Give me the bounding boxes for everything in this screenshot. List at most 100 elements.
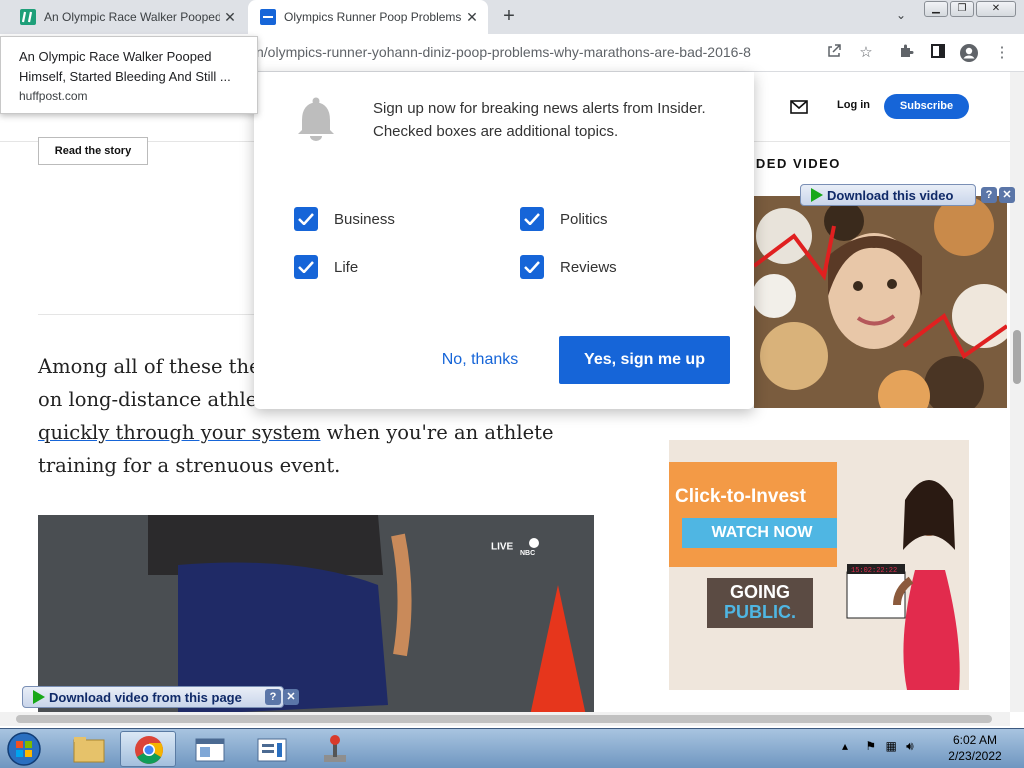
recommended-video-thumbnail[interactable] [754,196,1007,408]
ad-going-text: GOING [729,582,790,602]
horizontal-scroll-thumb[interactable] [16,715,992,723]
tab-title: An Olympic Race Walker Pooped [44,10,220,24]
play-icon [811,188,823,202]
checkmark-icon[interactable] [294,207,318,231]
window-controls: ▁ ❐ ✕ [924,1,1016,17]
help-icon[interactable]: ? [981,187,997,203]
checkbox-label: Business [334,210,395,228]
tooltip-title: An Olympic Race Walker Pooped Himself, S… [19,49,231,84]
share-icon[interactable] [824,43,844,63]
huffpost-favicon-icon [20,9,36,25]
tab-close-icon[interactable]: ✕ [220,9,240,26]
new-tab-button[interactable]: + [498,6,520,28]
joystick-icon [324,735,346,762]
insider-favicon-icon [260,9,276,25]
action-center-flag-icon[interactable]: ⚑ [865,739,876,753]
ad-going-public-logo: GOING PUBLIC. [707,578,813,628]
checkbox-label: Reviews [560,258,617,276]
taskbar-explorer[interactable] [60,731,116,767]
article-text-line1: Among all of these theo [38,355,273,378]
restore-button[interactable]: ❐ [950,1,974,17]
document-app-icon [257,738,287,762]
url-field[interactable]: n/olympics-runner-yohann-diniz-poop-prob… [256,44,751,60]
side-panel-icon[interactable] [928,43,948,63]
checkmark-icon[interactable] [520,255,544,279]
profile-avatar-icon[interactable] [959,43,979,63]
checkmark-icon[interactable] [520,207,544,231]
article-video[interactable]: LIVE NBC [38,515,594,712]
live-text: LIVE [490,541,514,553]
bell-icon [298,97,334,141]
taskbar-chrome[interactable] [120,731,176,767]
yes-sign-me-up-button[interactable]: Yes, sign me up [559,336,730,384]
system-tray: ▴ ⚑ ▦ 🔊︎ [842,739,914,754]
clock-date: 2/23/2022 [948,749,1002,763]
window-app-icon [195,738,225,762]
tab-insider[interactable]: Olympics Runner Poop Problems ✕ [248,0,488,34]
live-nbc-overlay: LIVE NBC [491,537,552,557]
taskbar-app-3[interactable] [306,731,362,767]
close-icon[interactable]: ✕ [283,689,299,705]
ad-watch-now-button[interactable]: WATCH NOW [682,518,842,548]
recommended-video-label: NDED VIDEO [745,156,841,171]
help-icon[interactable]: ? [265,689,281,705]
vertical-scrollbar[interactable] [1010,72,1024,712]
tooltip-domain: huffpost.com [19,89,88,103]
checkbox-politics[interactable]: Politics [520,207,608,231]
windows-taskbar: ▴ ⚑ ▦ 🔊︎ 6:02 AM 2/23/2022 [0,728,1024,768]
chrome-icon [135,736,163,764]
play-icon [33,690,45,704]
minimize-button[interactable]: ▁ [924,1,948,17]
tab-bar: An Olympic Race Walker Pooped ✕ Olympics… [0,0,1024,34]
volume-icon[interactable]: 🔊︎ [906,739,914,753]
close-icon[interactable]: ✕ [999,187,1015,203]
mail-icon[interactable] [790,100,808,114]
checkmark-icon[interactable] [294,255,318,279]
tab-huffpost[interactable]: An Olympic Race Walker Pooped ✕ [8,0,246,34]
no-thanks-button[interactable]: No, thanks [430,336,530,384]
ad-headline: Click-to-Invest [675,486,806,507]
ad-woman-image: 15:02:22:22 [837,440,969,690]
download-video-bar-top[interactable]: Download this video ? ✕ [800,184,1015,206]
extensions-puzzle-icon[interactable] [896,43,916,63]
tab-search-chevron-icon[interactable]: ⌄ [896,8,906,22]
show-hidden-icons-icon[interactable]: ▴ [842,739,848,753]
taskbar-clock[interactable]: 6:02 AM 2/23/2022 [940,732,1010,764]
nbc-olympics-logo-icon: NBC [520,538,539,557]
news-alert-signup-dialog: Sign up now for breaking news alerts fro… [254,72,754,409]
browser-menu-icon[interactable]: ⋮ [992,43,1012,63]
window-close-button[interactable]: ✕ [976,1,1016,17]
download-video-label[interactable]: Download video from this page [49,690,242,705]
start-button-windows-icon[interactable] [4,732,44,766]
checkbox-label: Politics [560,210,608,228]
folder-icon [73,737,105,763]
download-video-label[interactable]: Download this video [827,188,953,203]
checkbox-reviews[interactable]: Reviews [520,255,617,279]
ad-public-text: PUBLIC. [724,602,796,622]
traffic-cone [528,585,588,712]
plush-toys-image [754,196,1007,408]
tab-hover-tooltip: An Olympic Race Walker Pooped Himself, S… [0,36,258,114]
svg-text:NBC: NBC [520,550,535,557]
article-text-line2: on long-distance athlet [38,388,266,411]
svg-text:15:02:22:22: 15:02:22:22 [851,567,897,575]
network-icon[interactable]: ▦ [885,739,896,753]
checkbox-life[interactable]: Life [294,255,358,279]
checkbox-label: Life [334,258,359,276]
vertical-scroll-thumb[interactable] [1013,330,1021,384]
signup-message: Sign up now for breaking news alerts fro… [373,100,706,140]
advertisement[interactable]: ✕ Click-to-Invest WATCH NOW GOING PUBLIC… [669,440,969,690]
bookmark-star-icon[interactable]: ☆ [856,43,876,63]
subscribe-button[interactable]: Subscribe [884,94,969,119]
checkbox-business[interactable]: Business [294,207,395,231]
article-link[interactable]: quickly through your system [38,421,320,444]
read-story-button[interactable]: Read the story [38,137,148,165]
taskbar-app-1[interactable] [182,731,238,767]
login-link[interactable]: Log in [837,99,870,111]
horizontal-scrollbar[interactable] [0,712,1010,726]
tab-title: Olympics Runner Poop Problems [284,10,462,24]
taskbar-app-2[interactable] [244,731,300,767]
tab-close-icon[interactable]: ✕ [462,9,482,26]
clock-time: 6:02 AM [952,733,998,747]
download-video-bar-bottom[interactable]: Download video from this page ? ✕ [22,686,299,708]
